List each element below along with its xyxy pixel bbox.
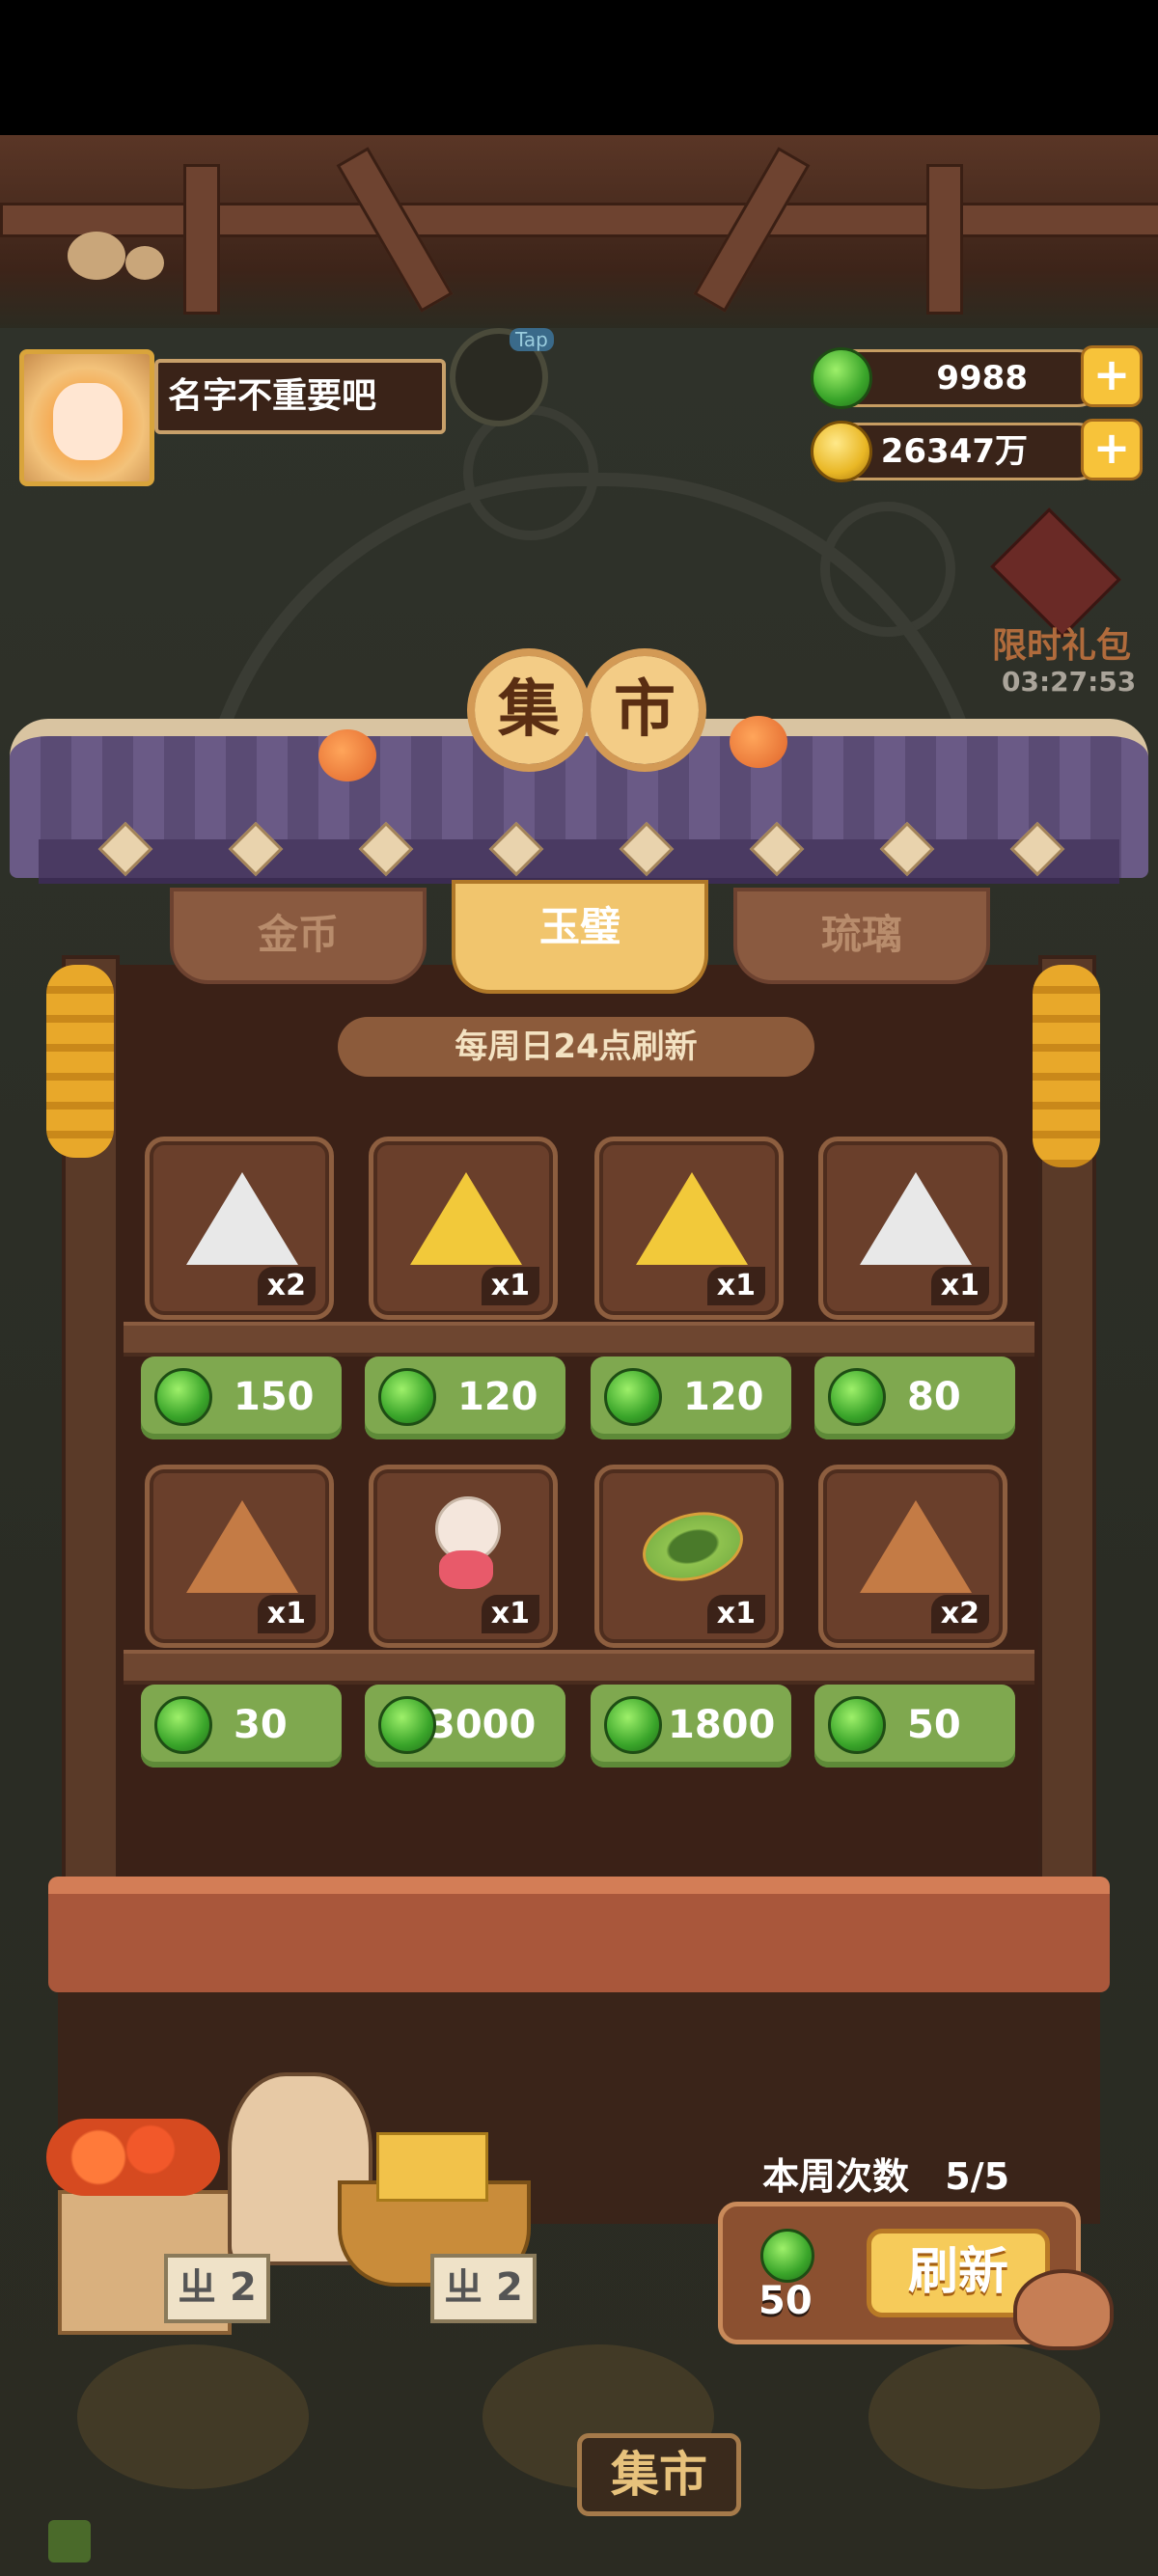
price-button[interactable]: 120	[365, 1357, 565, 1439]
chick-icon	[68, 232, 125, 280]
corner-indicator	[48, 2520, 91, 2562]
player-name: 名字不重要吧	[154, 359, 446, 434]
price-button[interactable]: 1800	[591, 1685, 791, 1768]
market-title-char: 集	[467, 648, 591, 772]
price-value: 50	[907, 1703, 961, 1747]
ceiling-rafters	[0, 135, 1158, 328]
item-quantity: x1	[257, 1595, 316, 1633]
price-sign: ㄓ 2	[430, 2254, 537, 2323]
item-quantity: x1	[930, 1267, 989, 1305]
jade-icon	[828, 1696, 886, 1754]
item-quantity: x1	[481, 1267, 539, 1305]
bun-mascot-icon	[1013, 2269, 1114, 2350]
price-value: 1800	[668, 1703, 776, 1747]
shop-item[interactable]: x2	[818, 1465, 1007, 1648]
gift-timer: 03:27:53	[1002, 666, 1137, 698]
coin-icon	[811, 421, 872, 482]
green-melon-icon	[635, 1496, 751, 1593]
price-button[interactable]: 150	[141, 1357, 342, 1439]
item-quantity: x1	[706, 1595, 765, 1633]
price-value: 3000	[428, 1703, 537, 1747]
persimmon-icon	[730, 716, 787, 768]
rafter-post	[926, 164, 963, 315]
tomato-pile-icon	[46, 2119, 220, 2196]
player-avatar[interactable]	[19, 349, 154, 486]
chick-icon	[125, 246, 164, 280]
limited-gift-label[interactable]: 限时礼包	[992, 617, 1131, 668]
jade-icon	[760, 2229, 814, 2283]
tab-gold-coin[interactable]: 金币	[170, 888, 427, 984]
jade-icon	[828, 1368, 886, 1426]
market-title-char-text: 集	[475, 656, 583, 764]
roof-trim	[39, 839, 1119, 884]
price-value: 120	[457, 1375, 538, 1419]
yellow-triangle-fish-icon	[410, 1168, 522, 1265]
weekly-count-label: 本周次数	[762, 2155, 910, 2198]
shelf-plank	[124, 1322, 1034, 1357]
jade-icon	[378, 1696, 436, 1754]
corn-decoration	[46, 965, 114, 1158]
price-button[interactable]: 30	[141, 1685, 342, 1768]
shop-item[interactable]: x1	[594, 1137, 784, 1320]
white-triangle-leaf-icon	[186, 1168, 298, 1265]
corn-decoration	[1033, 965, 1100, 1167]
shop-item[interactable]: x1	[145, 1465, 334, 1648]
refresh-cost: 50	[758, 2279, 813, 2323]
shelf-plank	[124, 1650, 1034, 1685]
price-value: 30	[234, 1703, 288, 1747]
brown-triangle-rune-icon	[186, 1496, 298, 1593]
tap-hint-button[interactable]: Tap	[450, 328, 554, 426]
price-value: 150	[234, 1375, 315, 1419]
status-bar	[0, 0, 1158, 135]
brown-triangle-rune-icon	[860, 1496, 972, 1593]
tap-label: Tap	[510, 328, 554, 351]
shop-item[interactable]: x1	[369, 1137, 558, 1320]
weekly-count: 本周次数 5/5	[762, 2147, 1009, 2200]
yellow-triangle-star-icon	[636, 1168, 748, 1265]
price-button[interactable]: 80	[814, 1357, 1015, 1439]
weekly-count-value: 5/5	[945, 2155, 1010, 2198]
jade-icon	[154, 1368, 212, 1426]
jade-icon	[154, 1696, 212, 1754]
add-jade-button[interactable]: +	[1081, 345, 1143, 407]
market-location-label[interactable]: 集市	[577, 2433, 741, 2516]
price-button[interactable]: 50	[814, 1685, 1015, 1768]
girl-avatar-icon	[53, 383, 123, 460]
gold-ingot-icon	[376, 2132, 488, 2202]
tab-glaze[interactable]: 琉璃	[733, 888, 990, 984]
jade-icon	[604, 1368, 662, 1426]
price-value: 80	[907, 1375, 961, 1419]
character-chibi-icon	[410, 1496, 518, 1593]
item-quantity: x2	[930, 1595, 989, 1633]
rafter-post	[183, 164, 220, 315]
rafter-beam	[0, 203, 1158, 237]
persimmon-icon	[318, 729, 376, 781]
price-button[interactable]: 120	[591, 1357, 791, 1439]
duck-float-icon	[868, 2344, 1100, 2489]
shop-item[interactable]: x2	[145, 1137, 334, 1320]
shop-item[interactable]: x1	[594, 1465, 784, 1648]
item-quantity: x2	[257, 1267, 316, 1305]
stall-counter	[48, 1877, 1110, 1992]
duck-float-icon	[77, 2344, 309, 2489]
item-quantity: x1	[481, 1595, 539, 1633]
shop-item[interactable]: x1	[369, 1465, 558, 1648]
tab-jade[interactable]: 玉璧	[452, 880, 708, 994]
refresh-schedule-note: 每周日24点刷新	[338, 1017, 814, 1077]
white-triangle-bug-icon	[860, 1168, 972, 1265]
jade-icon	[811, 347, 872, 409]
jade-icon	[378, 1368, 436, 1426]
item-quantity: x1	[706, 1267, 765, 1305]
shop-item[interactable]: x1	[818, 1137, 1007, 1320]
market-title-char-text: 市	[591, 656, 699, 764]
price-sign: ㄓ 2	[164, 2254, 270, 2323]
jade-icon	[604, 1696, 662, 1754]
price-value: 120	[683, 1375, 764, 1419]
add-coins-button[interactable]: +	[1081, 419, 1143, 480]
market-title-char: 市	[583, 648, 706, 772]
price-button[interactable]: 3000	[365, 1685, 565, 1768]
